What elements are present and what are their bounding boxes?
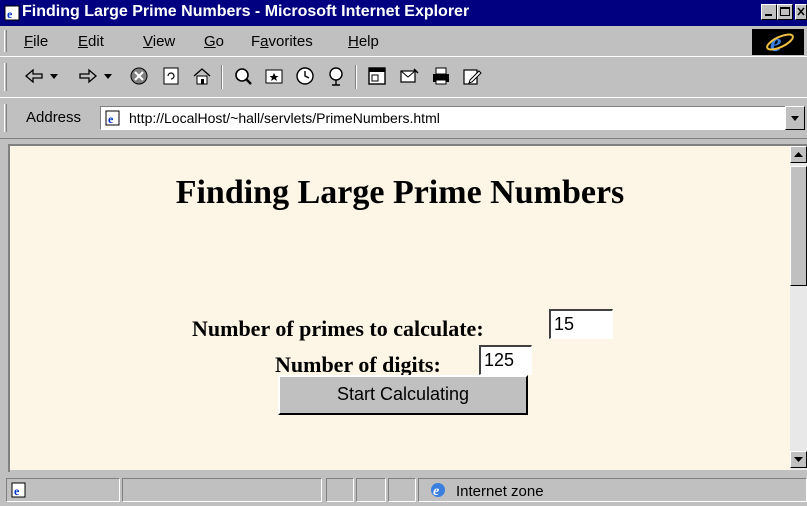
menu-file[interactable]: File	[24, 33, 48, 50]
channels-icon[interactable]	[325, 65, 347, 87]
menu-bar: File Edit View Go Favorites Help	[0, 27, 807, 55]
menu-go[interactable]: Go	[204, 33, 224, 50]
status-bar: e e Internet zone	[0, 474, 807, 506]
menu-help-rest: elp	[358, 33, 379, 50]
toolbar	[0, 56, 807, 98]
svg-text:e: e	[108, 112, 114, 126]
digits-input[interactable]	[479, 345, 532, 375]
address-label: Address	[26, 109, 82, 126]
status-panel-a	[326, 478, 354, 502]
title-bar: e Finding Large Prime Numbers - Microsof…	[0, 0, 807, 26]
address-bar: Address e http://LocalHost/~hall/servlet…	[0, 97, 807, 139]
scroll-thumb[interactable]	[790, 166, 807, 286]
primes-label: Number of primes to calculate:	[192, 316, 484, 341]
svg-text:e: e	[14, 484, 20, 498]
primes-input[interactable]	[549, 309, 613, 339]
zone-label: Internet zone	[456, 483, 544, 500]
maximize-icon	[780, 7, 790, 16]
svg-text:e: e	[7, 7, 13, 21]
chevron-down-icon	[791, 116, 799, 121]
close-icon	[797, 7, 805, 16]
menu-file-accel: F	[24, 33, 34, 50]
address-dropdown-button[interactable]	[785, 106, 805, 130]
start-calculating-button[interactable]: Start Calculating	[278, 375, 528, 415]
home-icon[interactable]	[191, 65, 213, 87]
search-icon[interactable]	[232, 65, 254, 87]
window-title: Finding Large Prime Numbers - Microsoft …	[22, 3, 470, 20]
status-panel-main: e	[6, 478, 120, 502]
close-button[interactable]	[795, 4, 807, 20]
toolbar-grip	[4, 63, 7, 91]
menu-help-accel: H	[348, 33, 359, 50]
toolbar-separator	[221, 65, 223, 89]
menu-favorites-accel: a	[260, 33, 269, 50]
address-url: http://LocalHost/~hall/servlets/PrimeNum…	[129, 110, 440, 126]
scroll-up-button[interactable]	[790, 146, 807, 163]
menu-go-accel: G	[204, 33, 216, 50]
menu-grip	[4, 30, 7, 52]
status-panel-progress	[122, 478, 322, 502]
internet-zone-icon: e	[431, 483, 445, 499]
edit-icon[interactable]	[461, 65, 483, 87]
favorites-icon[interactable]	[263, 65, 285, 87]
page-icon: e	[105, 110, 120, 126]
ie-logo: e	[752, 28, 804, 57]
menu-view[interactable]: View	[143, 33, 175, 50]
fullscreen-icon[interactable]	[366, 65, 388, 87]
history-icon[interactable]	[294, 65, 316, 87]
stop-icon[interactable]	[128, 65, 150, 87]
refresh-icon[interactable]	[160, 65, 182, 87]
address-input[interactable]: e http://LocalHost/~hall/servlets/PrimeN…	[100, 106, 792, 130]
status-panel-b	[356, 478, 386, 502]
menu-favorites-rest: vorites	[268, 33, 313, 50]
address-grip	[4, 104, 7, 132]
back-icon[interactable]	[22, 65, 62, 87]
page-content: Finding Large Prime Numbers Number of pr…	[10, 146, 790, 470]
arrow-up-icon	[794, 152, 803, 157]
menu-help[interactable]: Help	[348, 33, 379, 50]
menu-go-rest: o	[215, 33, 225, 50]
minimize-icon	[765, 14, 772, 16]
vertical-scrollbar[interactable]	[790, 146, 807, 470]
menu-view-rest: iew	[152, 33, 176, 50]
status-panel-c	[388, 478, 416, 502]
toolbar-separator	[355, 65, 357, 89]
menu-favorites[interactable]: Favorites	[251, 33, 313, 50]
minimize-button[interactable]	[761, 4, 777, 20]
menu-view-accel: V	[143, 33, 153, 50]
print-icon[interactable]	[430, 65, 452, 87]
menu-edit-accel: E	[78, 33, 89, 50]
menu-file-rest: ile	[33, 33, 49, 50]
svg-text:e: e	[433, 484, 439, 499]
ie-page-icon: e	[4, 5, 20, 21]
ie-logo-icon: e	[766, 28, 794, 57]
maximize-button[interactable]	[777, 4, 793, 20]
menu-favorites-pre: F	[251, 33, 261, 50]
page-heading: Finding Large Prime Numbers	[175, 174, 625, 211]
scroll-down-button[interactable]	[790, 451, 807, 468]
mail-icon[interactable]	[398, 65, 420, 87]
arrow-down-icon	[794, 457, 803, 462]
menu-edit-rest: dit	[88, 33, 104, 50]
page-icon: e	[11, 482, 26, 498]
forward-icon[interactable]	[76, 65, 116, 87]
menu-edit[interactable]: Edit	[78, 33, 104, 50]
